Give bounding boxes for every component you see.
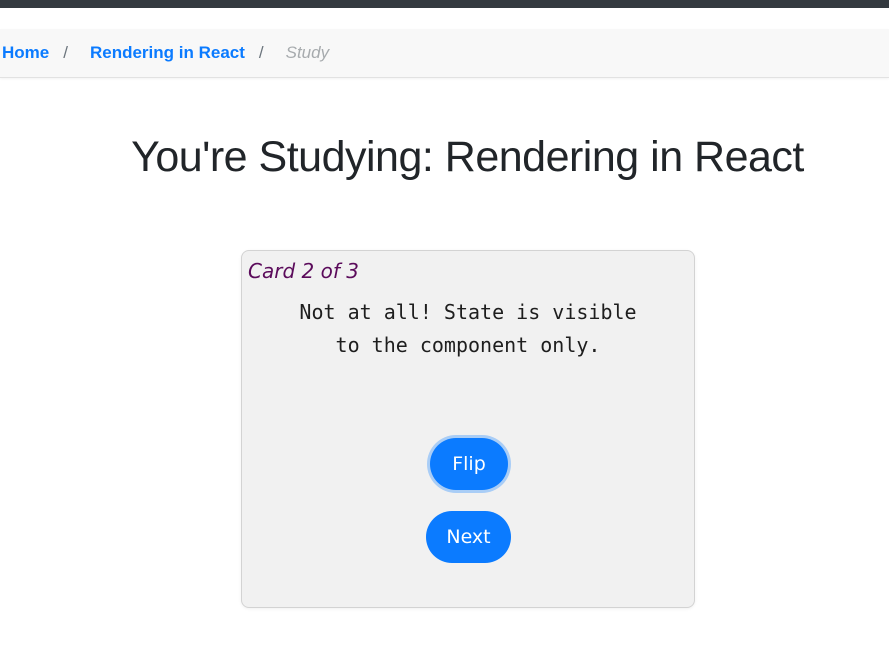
breadcrumb-separator: / <box>258 43 264 62</box>
breadcrumb-separator: / <box>63 43 68 62</box>
next-button[interactable]: Next <box>426 511 511 563</box>
breadcrumb-deck-link[interactable]: Rendering in React <box>90 43 245 63</box>
flashcard: Card 2 of 3 Not at all! State is visible… <box>241 250 695 608</box>
flip-button[interactable]: Flip <box>430 438 508 490</box>
breadcrumb-home-link[interactable]: Home <box>2 43 49 63</box>
top-bar <box>0 0 889 8</box>
card-text: Not at all! State is visible to the comp… <box>299 300 637 357</box>
card-counter: Card 2 of 3 <box>248 259 359 283</box>
breadcrumb: Home / Rendering in React / Study <box>0 29 889 78</box>
breadcrumb-current: Study <box>285 43 330 62</box>
page-title: You're Studying: Rendering in React <box>131 133 804 181</box>
